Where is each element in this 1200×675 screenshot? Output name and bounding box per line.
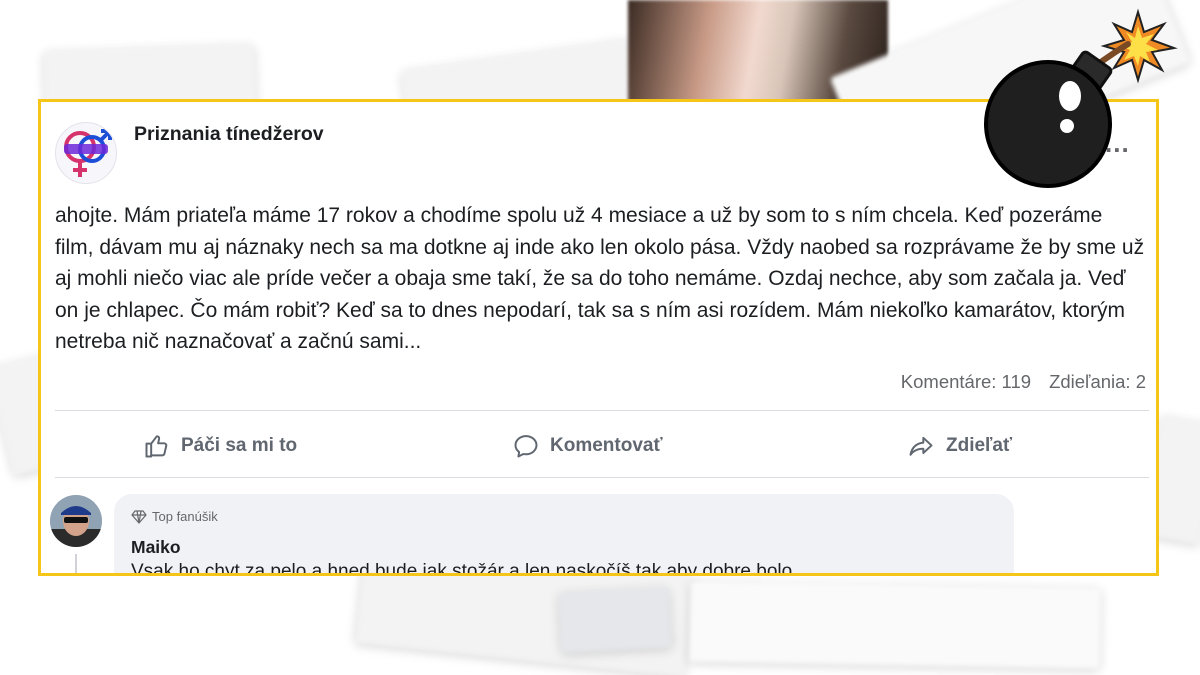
comment-label: Komentovať bbox=[550, 435, 663, 456]
post-stats: Komentáre: 119 Zdieľania: 2 bbox=[901, 371, 1146, 393]
page-avatar[interactable] bbox=[55, 122, 117, 184]
post-body: ahojte. Mám priateľa máme 17 rokov a cho… bbox=[55, 204, 1145, 354]
bomb-icon bbox=[984, 8, 1178, 188]
like-icon bbox=[145, 435, 168, 458]
thread-line bbox=[75, 554, 77, 573]
shares-count[interactable]: Zdieľania: 2 bbox=[1049, 371, 1146, 392]
like-button[interactable]: Páči sa mi to bbox=[143, 430, 297, 462]
page-logo-icon bbox=[64, 129, 112, 177]
comment-icon bbox=[514, 435, 538, 458]
divider bbox=[55, 477, 1149, 478]
page-name[interactable]: Priznania tínedžerov bbox=[134, 123, 324, 146]
comment-button[interactable]: Komentovať bbox=[512, 430, 663, 462]
like-label: Páči sa mi to bbox=[181, 435, 298, 456]
share-icon bbox=[909, 436, 933, 456]
background-card bbox=[689, 581, 1101, 669]
diamond-icon bbox=[131, 509, 147, 524]
share-button[interactable]: Zdieľať bbox=[906, 430, 1012, 462]
top-fan-badge: Top fanúšik bbox=[131, 509, 218, 524]
badge-label: Top fanúšik bbox=[152, 509, 218, 524]
comments-count[interactable]: Komentáre: 119 bbox=[901, 371, 1031, 392]
divider bbox=[55, 410, 1149, 411]
background-card bbox=[558, 587, 672, 653]
commenter-name[interactable]: Maiko bbox=[131, 537, 181, 558]
commenter-avatar[interactable] bbox=[50, 495, 102, 547]
comment-text: Vsak ho chyt za pelo a hned bude jak sto… bbox=[131, 561, 793, 576]
share-label: Zdieľať bbox=[946, 435, 1013, 456]
avatar-photo bbox=[50, 495, 102, 547]
